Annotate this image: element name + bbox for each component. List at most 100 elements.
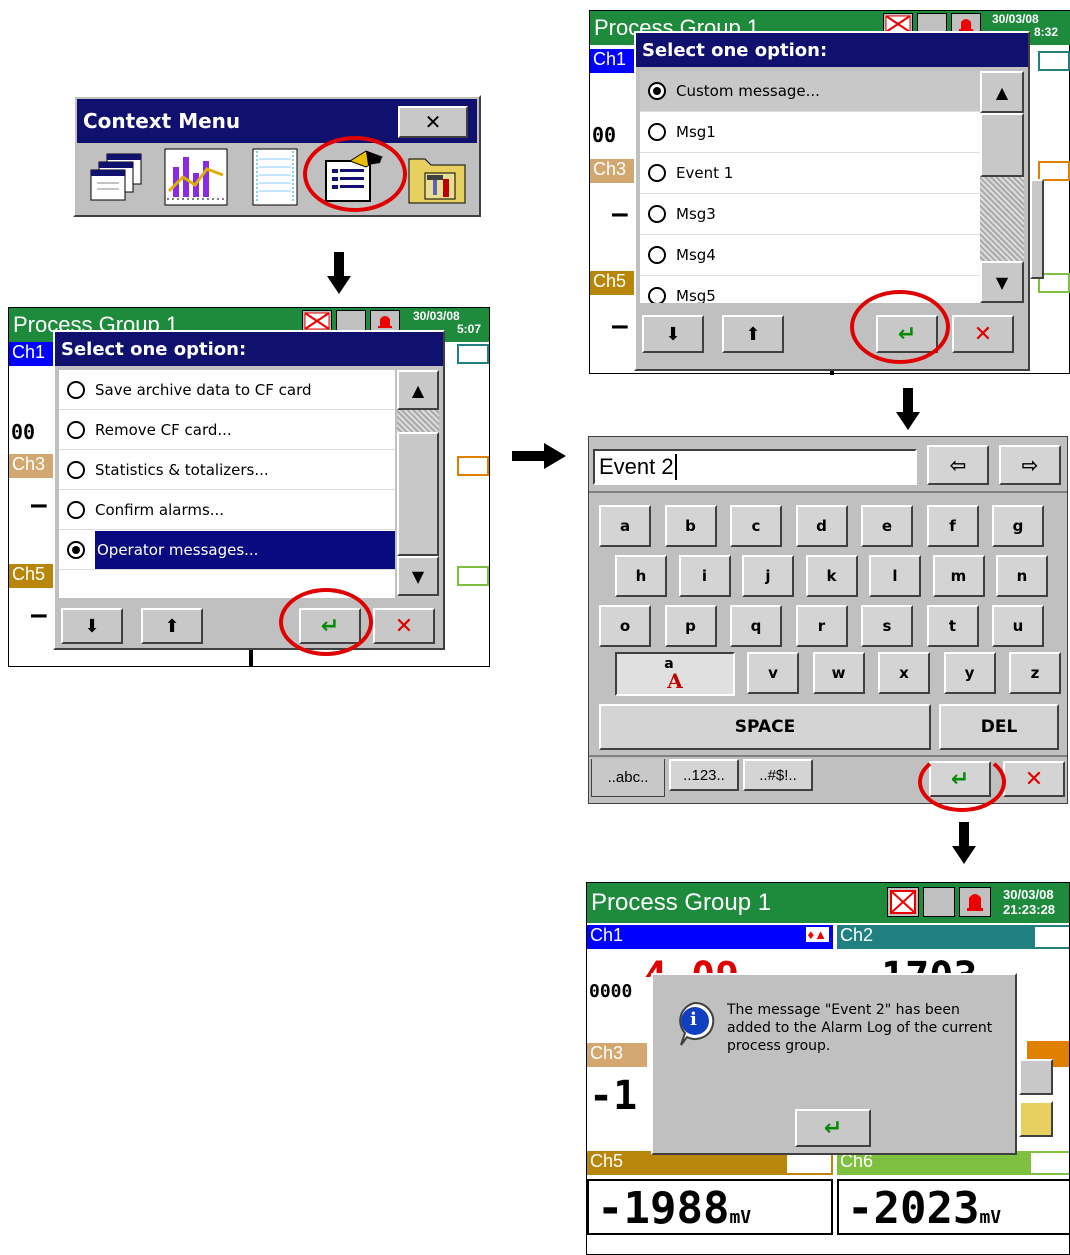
- key-h[interactable]: h: [615, 555, 667, 597]
- cancel-button[interactable]: ✕: [1003, 761, 1065, 797]
- ch1-partial-value: 00: [592, 123, 617, 147]
- ch1-label: Ch1: [9, 342, 59, 366]
- move-up-button[interactable]: ⬆: [141, 608, 203, 644]
- flow-arrow-down-icon: [327, 252, 351, 300]
- ch6-indicator: [457, 566, 489, 586]
- cursor-right-button[interactable]: ⇨: [999, 445, 1061, 485]
- scrollbar[interactable]: ▲ ▼: [397, 370, 439, 598]
- option-item[interactable]: Statistics & totalizers...: [59, 450, 395, 490]
- key-k[interactable]: k: [805, 555, 858, 597]
- key-y[interactable]: y: [943, 652, 996, 694]
- case-toggle-button[interactable]: a A: [615, 652, 735, 696]
- cancel-button[interactable]: ✕: [952, 315, 1014, 353]
- tab-abc[interactable]: ..abc..: [591, 759, 665, 797]
- key-p[interactable]: p: [664, 605, 717, 647]
- key-m[interactable]: m: [932, 555, 985, 597]
- context-menu: Context Menu ✕: [73, 95, 481, 217]
- windows-icon[interactable]: [87, 150, 147, 204]
- key-d[interactable]: d: [795, 505, 848, 547]
- key-g[interactable]: g: [992, 505, 1044, 547]
- option-list: Custom message... Msg1 Event 1 Msg3 Msg4…: [640, 71, 980, 303]
- key-z[interactable]: z: [1009, 652, 1061, 694]
- ch3-value: -1: [589, 1073, 638, 1119]
- ch5-label: Ch5: [9, 564, 59, 588]
- option-item[interactable]: Msg1: [640, 112, 980, 153]
- radio-icon: [67, 460, 85, 479]
- tab-symbols[interactable]: ..#$!..: [743, 759, 813, 791]
- key-v[interactable]: v: [747, 652, 799, 694]
- option-item[interactable]: Msg4: [640, 235, 980, 276]
- move-down-button[interactable]: ⬇: [642, 315, 704, 353]
- cursor-left-button[interactable]: ⇦: [927, 445, 989, 485]
- ch5-dash: –: [612, 311, 628, 341]
- key-l[interactable]: l: [869, 555, 921, 597]
- enter-button[interactable]: ↵: [795, 1109, 871, 1147]
- space-key[interactable]: SPACE: [599, 704, 931, 750]
- option-item[interactable]: Save archive data to CF card: [59, 370, 395, 410]
- key-e[interactable]: e: [861, 505, 913, 547]
- tools-folder-icon[interactable]: [405, 147, 471, 207]
- text-cursor: [674, 454, 677, 480]
- key-f[interactable]: f: [926, 505, 979, 547]
- key-w[interactable]: w: [812, 652, 865, 694]
- scroll-thumb[interactable]: [980, 113, 1024, 177]
- blank-status-icon: [336, 310, 366, 332]
- select-option-dialog: Select one option: Custom message... Msg…: [634, 31, 1030, 371]
- bell-icon: [959, 887, 991, 917]
- close-button[interactable]: ✕: [398, 106, 468, 138]
- key-s[interactable]: s: [861, 605, 913, 647]
- option-list: Save archive data to CF card Remove CF c…: [59, 370, 395, 598]
- scroll-down-button[interactable]: ▼: [397, 556, 439, 596]
- option-item[interactable]: Event 1: [640, 153, 980, 194]
- move-down-button[interactable]: ⬇: [61, 608, 123, 644]
- option-item-selected[interactable]: Operator messages...: [59, 530, 395, 570]
- tab-123[interactable]: ..123..: [669, 759, 739, 791]
- scroll-up-button[interactable]: ▲: [980, 71, 1024, 113]
- text-input[interactable]: Event 2: [593, 449, 917, 485]
- option-item[interactable]: Msg3: [640, 194, 980, 235]
- key-u[interactable]: u: [992, 605, 1044, 647]
- ch2-indicator: [1038, 51, 1070, 71]
- key-j[interactable]: j: [742, 555, 794, 597]
- select-option-dialog: Select one option: Save archive data to …: [53, 330, 445, 650]
- flow-arrow-down-icon: [952, 822, 976, 870]
- key-c[interactable]: c: [730, 505, 782, 547]
- alarm-indicator-icon: ♦▲: [805, 927, 829, 942]
- scroll-thumb[interactable]: [397, 432, 439, 556]
- cancel-button[interactable]: ✕: [373, 608, 435, 644]
- radio-icon: [648, 287, 666, 303]
- key-t[interactable]: t: [926, 605, 979, 647]
- key-q[interactable]: q: [730, 605, 782, 647]
- option-item[interactable]: Remove CF card...: [59, 410, 395, 450]
- move-up-button[interactable]: ⬆: [722, 315, 784, 353]
- key-x[interactable]: x: [878, 652, 930, 694]
- ch4-indicator: [1038, 161, 1070, 181]
- bell-icon: [370, 310, 400, 332]
- date: 30/03/08: [992, 12, 1039, 26]
- scroll-down-button[interactable]: ▼: [980, 261, 1024, 303]
- screen-c: Process Group 1 30/03/08 21:23:28 Ch1 ♦▲ …: [586, 882, 1070, 1255]
- option-item-selected[interactable]: Custom message...: [640, 71, 980, 112]
- radio-icon: [648, 205, 666, 223]
- key-a[interactable]: a: [599, 505, 651, 547]
- key-o[interactable]: o: [599, 605, 651, 647]
- grid-page-icon[interactable]: [243, 147, 305, 207]
- ch1-label: Ch1: [590, 49, 640, 73]
- info-message: The message "Event 2" has been added to …: [727, 1002, 993, 1054]
- chart-icon[interactable]: [163, 147, 229, 207]
- info-dialog: i The message "Event 2" has been added t…: [651, 973, 1017, 1155]
- ch3-label: Ch3: [9, 454, 59, 478]
- dialog-title: Select one option:: [55, 332, 443, 366]
- option-item[interactable]: Confirm alarms...: [59, 490, 395, 530]
- scrollbar[interactable]: ▲ ▼: [980, 71, 1024, 303]
- keyboard-panel: Event 2 ⇦ ⇨ abcdefg hijklmn opqrstu vwxy…: [588, 436, 1068, 804]
- key-r[interactable]: r: [795, 605, 848, 647]
- radio-icon: [648, 246, 666, 264]
- scroll-up-button[interactable]: ▲: [397, 370, 439, 410]
- alarm-status-icon: [302, 310, 332, 332]
- delete-key[interactable]: DEL: [939, 704, 1059, 750]
- key-i[interactable]: i: [678, 555, 731, 597]
- key-n[interactable]: n: [996, 555, 1048, 597]
- key-b[interactable]: b: [664, 505, 717, 547]
- dialog-title: Select one option:: [636, 33, 1028, 67]
